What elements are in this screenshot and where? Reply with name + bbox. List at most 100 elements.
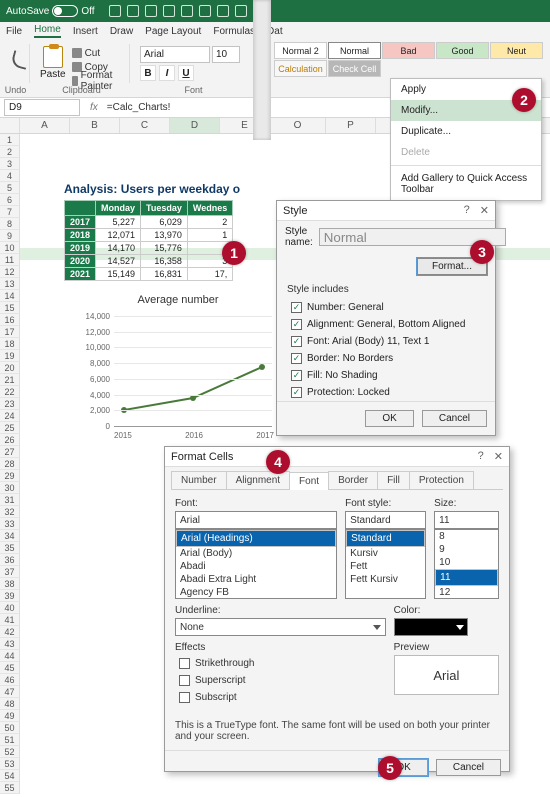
row-header[interactable]: 47 — [0, 686, 20, 698]
row-header[interactable]: 41 — [0, 614, 20, 626]
row-header[interactable]: 9 — [0, 230, 20, 242]
col-d[interactable]: D — [170, 118, 220, 133]
row-header[interactable]: 21 — [0, 374, 20, 386]
row-header[interactable]: 13 — [0, 278, 20, 290]
cell[interactable]: 2018 — [65, 229, 96, 242]
ctx-duplicate[interactable]: Duplicate... — [391, 121, 541, 142]
row-header[interactable]: 3 — [0, 158, 20, 170]
cell[interactable]: 2017 — [65, 216, 96, 229]
row-header[interactable]: 31 — [0, 494, 20, 506]
fc-tab-fill[interactable]: Fill — [377, 471, 410, 489]
qat-icon[interactable] — [163, 5, 175, 17]
row-header[interactable]: 39 — [0, 590, 20, 602]
row-header[interactable]: 43 — [0, 638, 20, 650]
size-listbox[interactable]: 8910111214 — [434, 529, 499, 599]
list-item[interactable]: Abadi — [176, 560, 336, 573]
fc-tab-border[interactable]: Border — [328, 471, 378, 489]
close-icon[interactable]: ✕ — [480, 204, 489, 217]
col-p[interactable]: P — [326, 118, 376, 133]
paste-button[interactable]: Paste — [40, 46, 66, 88]
qat-icon[interactable] — [145, 5, 157, 17]
cell[interactable]: 12,071 — [96, 229, 141, 242]
row-header[interactable]: 35 — [0, 542, 20, 554]
cell[interactable]: 16,358 — [141, 255, 188, 268]
cell[interactable]: 15,776 — [141, 242, 188, 255]
chk-superscript[interactable]: Superscript — [175, 672, 386, 689]
row-header[interactable]: 5 — [0, 182, 20, 194]
color-select[interactable] — [394, 618, 468, 636]
row-header[interactable]: 17 — [0, 326, 20, 338]
list-item[interactable]: 12 — [435, 586, 498, 599]
row-header[interactable]: 51 — [0, 734, 20, 746]
list-item[interactable]: 9 — [435, 543, 498, 556]
chk-alignment[interactable]: ✓Alignment: General, Bottom Aligned — [277, 316, 495, 333]
row-header[interactable]: 2 — [0, 146, 20, 158]
row-header[interactable]: 1 — [0, 134, 20, 146]
row-header[interactable]: 6 — [0, 194, 20, 206]
cut-button[interactable]: Cut — [70, 46, 123, 60]
style-check-cell[interactable]: Check Cell — [328, 60, 381, 77]
font-input[interactable]: Arial — [175, 511, 337, 529]
row-header[interactable]: 45 — [0, 662, 20, 674]
row-header[interactable]: 15 — [0, 302, 20, 314]
cell[interactable]: 5,227 — [96, 216, 141, 229]
list-item[interactable]: Fett — [346, 560, 425, 573]
fontstyle-input[interactable]: Standard — [345, 511, 426, 529]
qat-icon[interactable] — [235, 5, 247, 17]
tab-draw[interactable]: Draw — [110, 26, 133, 37]
cell[interactable]: 2019 — [65, 242, 96, 255]
list-item[interactable]: Arial (Body) — [176, 547, 336, 560]
row-header[interactable]: 20 — [0, 362, 20, 374]
list-item[interactable]: Agency FB — [176, 586, 336, 599]
cell[interactable]: 17, — [187, 268, 232, 281]
row-header[interactable]: 54 — [0, 770, 20, 782]
cell[interactable]: 2020 — [65, 255, 96, 268]
chk-border[interactable]: ✓Border: No Borders — [277, 350, 495, 367]
row-header[interactable]: 18 — [0, 338, 20, 350]
qat-save-icon[interactable] — [109, 5, 121, 17]
fc-tab-number[interactable]: Number — [171, 471, 227, 489]
row-header[interactable]: 36 — [0, 554, 20, 566]
ctx-add-gallery[interactable]: Add Gallery to Quick Access Toolbar — [391, 168, 541, 200]
row-header[interactable]: 53 — [0, 758, 20, 770]
row-header[interactable]: 55 — [0, 782, 20, 794]
row-header[interactable]: 16 — [0, 314, 20, 326]
row-header[interactable]: 48 — [0, 698, 20, 710]
fc-tab-font[interactable]: Font — [289, 472, 329, 490]
style-ok-button[interactable]: OK — [365, 410, 413, 427]
row-header[interactable]: 33 — [0, 518, 20, 530]
list-item[interactable]: Arial (Headings) — [176, 530, 336, 547]
font-size-select[interactable]: 10 — [212, 46, 240, 63]
help-icon[interactable]: ? — [478, 450, 484, 463]
row-header[interactable]: 23 — [0, 398, 20, 410]
style-neutral[interactable]: Neut — [490, 42, 543, 59]
list-item[interactable]: 8 — [435, 530, 498, 543]
col-a[interactable]: A — [20, 118, 70, 133]
style-normal[interactable]: Normal — [328, 42, 381, 59]
row-header[interactable]: 52 — [0, 746, 20, 758]
list-item[interactable]: Abadi Extra Light — [176, 573, 336, 586]
cell[interactable]: 14,527 — [96, 255, 141, 268]
list-item[interactable]: 10 — [435, 556, 498, 569]
row-header[interactable]: 40 — [0, 602, 20, 614]
row-header[interactable]: 19 — [0, 350, 20, 362]
style-good[interactable]: Good — [436, 42, 489, 59]
style-cancel-button[interactable]: Cancel — [422, 410, 487, 427]
row-header[interactable]: 25 — [0, 422, 20, 434]
row-header[interactable]: 12 — [0, 266, 20, 278]
underline-select[interactable]: None — [175, 618, 386, 636]
qat-icon[interactable] — [199, 5, 211, 17]
style-bad[interactable]: Bad — [382, 42, 435, 59]
italic-button[interactable]: I — [159, 65, 175, 81]
close-icon[interactable]: ✕ — [494, 450, 503, 463]
row-header[interactable]: 50 — [0, 722, 20, 734]
list-item[interactable]: 11 — [435, 569, 498, 586]
undo-icon[interactable] — [10, 50, 30, 70]
chk-number[interactable]: ✓Number: General — [277, 299, 495, 316]
chk-subscript[interactable]: Subscript — [175, 689, 386, 706]
list-item[interactable]: Fett Kursiv — [346, 573, 425, 586]
row-header[interactable]: 34 — [0, 530, 20, 542]
tab-file[interactable]: File — [6, 26, 22, 37]
row-header[interactable]: 44 — [0, 650, 20, 662]
size-input[interactable]: 11 — [434, 511, 499, 529]
